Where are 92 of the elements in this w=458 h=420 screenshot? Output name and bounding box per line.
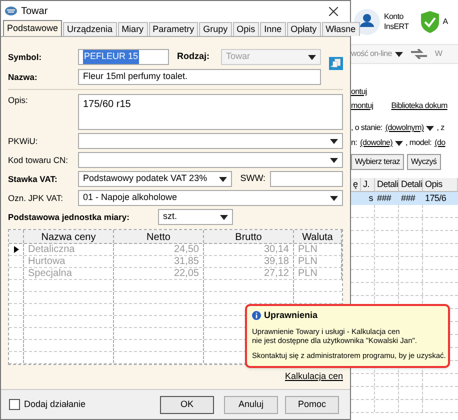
field-label: Opis: xyxy=(8,94,29,107)
dropdown-arrow-icon xyxy=(330,196,338,200)
dialog-button[interactable]: OK xyxy=(160,396,214,414)
link[interactable]: montuj xyxy=(351,100,374,112)
filter-link[interactable]: (dowolne) xyxy=(360,137,403,149)
field-label: SWW: xyxy=(240,172,266,186)
price-calculation-link[interactable]: Kalkulacja cen xyxy=(284,370,343,384)
column-header: Netto xyxy=(114,230,204,243)
tab[interactable]: Podstawowe xyxy=(3,20,62,36)
field-label: Stawka VAT: xyxy=(8,172,58,186)
column-header: ę xyxy=(351,178,361,191)
tab[interactable]: Opis xyxy=(232,22,260,36)
column-header: Detali xyxy=(375,178,399,191)
dropdown-arrow-icon xyxy=(330,158,338,162)
table-cell: PLN xyxy=(294,268,342,279)
vat-rate-dropdown[interactable]: Podstawowy podatek VAT 23% xyxy=(78,171,232,187)
field-label: Podstawowa jednostka miary: xyxy=(8,210,130,224)
table-cell: 22,05 xyxy=(114,268,204,279)
window-title: Towar xyxy=(21,4,49,18)
filter-label: , model: xyxy=(406,137,432,149)
field-label: Rodzaj: xyxy=(177,50,210,64)
table-cell-text: ### xyxy=(400,192,416,205)
sww-field[interactable] xyxy=(270,171,343,187)
column-header: Detali xyxy=(399,178,423,191)
dropdown-arrow-icon xyxy=(394,140,403,146)
table-cell: 30,14 xyxy=(204,244,294,255)
tab[interactable]: Własne xyxy=(322,22,360,36)
symbol-field[interactable]: PEFLEUR 15 xyxy=(78,49,169,65)
field-label: Symbol: xyxy=(8,50,43,64)
column-header: Opis xyxy=(423,178,458,191)
jpk-dropdown[interactable]: 01 - Napoje alkoholowe xyxy=(78,190,343,206)
pkwiu-dropdown[interactable] xyxy=(78,133,343,149)
filter-label: , z xyxy=(436,122,444,134)
table-cell: 27,12 xyxy=(204,268,294,279)
account-label: Konto InsERT xyxy=(384,12,409,32)
tooltip-title: Uprawnienia xyxy=(264,309,318,322)
table-cell: PLN xyxy=(294,244,342,255)
link[interactable]: Biblioteka dokum xyxy=(391,100,448,112)
filter-label: n: xyxy=(351,137,358,149)
dialog-button[interactable]: Pomoc xyxy=(285,396,339,414)
description-field[interactable]: 175/60 r15 xyxy=(78,94,343,130)
toolbar-label: A xyxy=(442,16,448,28)
name-field[interactable]: Fleur 15ml perfumy toalet. xyxy=(78,69,321,85)
checkbox[interactable] xyxy=(9,399,20,410)
column-header: J. xyxy=(361,178,375,191)
dropdown-arrow-icon xyxy=(426,126,434,130)
close-icon[interactable] xyxy=(329,6,338,16)
table-cell-text: s xyxy=(368,192,374,205)
checkbox-label: Dodaj działanie xyxy=(24,398,87,411)
filter-button[interactable]: Wybierz teraz xyxy=(351,154,404,170)
table-cell: Specjalna xyxy=(24,268,114,279)
info-icon xyxy=(252,311,261,320)
tab[interactable]: Miary xyxy=(118,22,148,36)
table-cell: Hurtowa xyxy=(24,256,114,267)
app-logo-icon xyxy=(5,6,17,16)
tab[interactable]: Opłaty xyxy=(286,22,321,36)
tab[interactable]: Urządzenia xyxy=(63,22,117,36)
user-icon xyxy=(354,9,380,35)
dropdown-arrow-icon xyxy=(308,54,316,60)
field-label: PKWiU: xyxy=(8,134,39,148)
arrows-icon xyxy=(410,49,427,59)
dialog-button[interactable]: Anuluj xyxy=(224,396,278,414)
tab[interactable]: Inne xyxy=(260,22,286,36)
tab[interactable]: Grupy xyxy=(199,22,232,36)
dropdown-arrow-icon xyxy=(220,214,228,220)
table-cell: PLN xyxy=(294,256,342,267)
link[interactable]: ontuj xyxy=(351,86,458,98)
table-cell: Detaliczna xyxy=(24,244,114,255)
column-header: Nazwa ceny xyxy=(24,230,114,243)
dropdown-arrow-icon xyxy=(394,52,403,56)
cn-code-dropdown[interactable] xyxy=(78,152,343,168)
filter-button[interactable]: Wyczyś xyxy=(406,154,441,170)
column-header: Waluta xyxy=(294,230,342,243)
table-cell: 39,18 xyxy=(204,256,294,267)
table-cell-text: 175/6 xyxy=(424,192,448,205)
filter-link[interactable]: (do xyxy=(434,137,446,149)
field-label: Kod towaru CN: xyxy=(8,154,69,166)
filter-link[interactable]: (dowolnym) xyxy=(385,122,434,134)
shield-icon xyxy=(420,11,439,33)
filter-label: , o stanie: xyxy=(351,122,382,134)
field-label: Ozn. JPK VAT: xyxy=(8,192,64,204)
current-row-icon xyxy=(14,246,18,253)
table-cell: 24,50 xyxy=(114,244,204,255)
field-label: Nazwa: xyxy=(8,70,38,84)
selected-row[interactable]: s ### ### 175/6 xyxy=(351,192,458,205)
dropdown-arrow-icon xyxy=(330,138,338,144)
dropdown-arrow-icon xyxy=(219,176,228,182)
column-header: Brutto xyxy=(204,230,294,243)
tab[interactable]: Parametry xyxy=(148,22,198,36)
unit-dropdown[interactable]: szt. xyxy=(158,209,233,225)
table-cell-text: ### xyxy=(376,192,392,205)
table-cell: 31,85 xyxy=(114,256,204,267)
